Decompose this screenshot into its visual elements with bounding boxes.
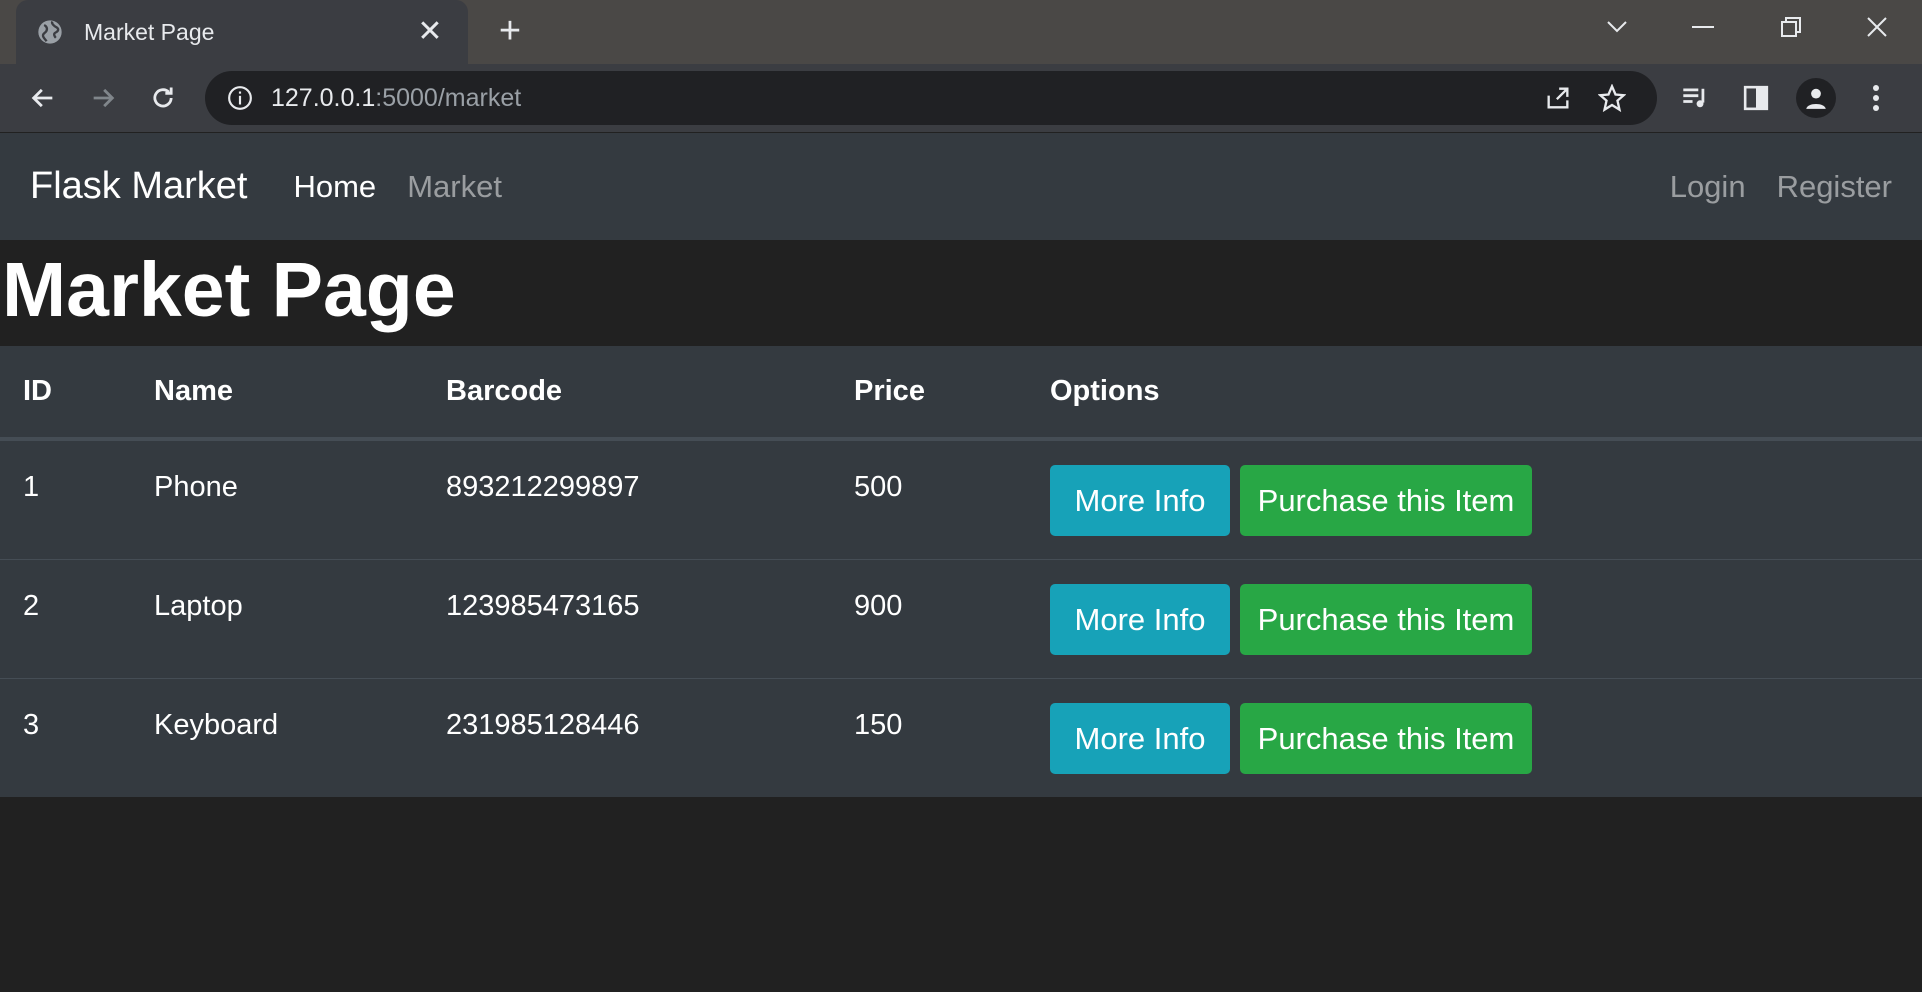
- minimize-icon[interactable]: [1668, 0, 1738, 54]
- close-tab-icon[interactable]: ✕: [412, 17, 448, 47]
- page-title: Market Page: [2, 247, 456, 333]
- more-info-button[interactable]: More Info: [1050, 465, 1230, 536]
- more-info-button[interactable]: More Info: [1050, 703, 1230, 774]
- header-barcode: Barcode: [446, 375, 563, 407]
- navbar-brand[interactable]: Flask Market: [30, 165, 247, 208]
- cell-id: 2: [23, 590, 40, 622]
- side-panel-icon[interactable]: [1726, 71, 1786, 125]
- cell-name: Laptop: [154, 590, 243, 622]
- new-tab-icon[interactable]: +: [490, 12, 530, 52]
- more-info-button[interactable]: More Info: [1050, 584, 1230, 655]
- cell-barcode: 893212299897: [446, 471, 640, 503]
- tab-title: Market Page: [84, 18, 215, 45]
- purchase-button[interactable]: Purchase this Item: [1240, 703, 1532, 774]
- profile-icon[interactable]: [1786, 71, 1846, 125]
- back-icon[interactable]: [16, 71, 70, 125]
- cell-options: More Info Purchase this Item: [1027, 560, 1922, 678]
- cell-name: Phone: [154, 471, 238, 503]
- nav-link-register[interactable]: Register: [1777, 169, 1892, 205]
- header-options: Options: [1050, 375, 1160, 407]
- header-name: Name: [154, 375, 233, 407]
- url-host: 127.0.0.1: [271, 83, 376, 112]
- table-header-row: ID Name Barcode Price Options: [0, 346, 1922, 440]
- cell-id: 3: [23, 709, 40, 741]
- menu-kebab-icon[interactable]: [1846, 71, 1906, 125]
- cell-price: 150: [854, 709, 903, 741]
- header-id: ID: [23, 375, 52, 407]
- browser-toolbar: 127.0.0.1:5000/market: [0, 64, 1922, 132]
- market-table: ID Name Barcode Price Options 1 Phone 89…: [0, 346, 1922, 797]
- table-row: 1 Phone 893212299897 500 More Info Purch…: [0, 440, 1922, 559]
- cell-id: 1: [23, 471, 40, 503]
- site-navbar: Flask Market Home Market Login Register: [0, 133, 1922, 240]
- cell-price: 500: [854, 471, 903, 503]
- url-text[interactable]: 127.0.0.1:5000/market: [271, 84, 1527, 113]
- tab-search-icon[interactable]: [1582, 0, 1652, 54]
- purchase-button[interactable]: Purchase this Item: [1240, 465, 1532, 536]
- purchase-button[interactable]: Purchase this Item: [1240, 584, 1532, 655]
- cell-barcode: 231985128446: [446, 709, 640, 741]
- close-window-icon[interactable]: [1842, 0, 1912, 54]
- restore-icon[interactable]: [1756, 0, 1826, 54]
- toolbar-right: [1666, 71, 1906, 125]
- browser-tab[interactable]: Market Page ✕: [16, 0, 468, 64]
- address-bar[interactable]: 127.0.0.1:5000/market: [205, 71, 1657, 125]
- share-icon[interactable]: [1535, 75, 1581, 121]
- cell-name: Keyboard: [154, 709, 279, 741]
- table-row: 2 Laptop 123985473165 900 More Info Purc…: [0, 559, 1922, 678]
- table-row: 3 Keyboard 231985128446 150 More Info Pu…: [0, 678, 1922, 797]
- cell-barcode: 123985473165: [446, 590, 640, 622]
- globe-icon: [38, 20, 62, 44]
- nav-link-home[interactable]: Home: [293, 169, 376, 205]
- url-path: :5000/market: [375, 83, 522, 112]
- reload-icon[interactable]: [136, 71, 190, 125]
- media-controls-icon[interactable]: [1666, 71, 1726, 125]
- cell-options: More Info Purchase this Item: [1027, 679, 1922, 797]
- browser-tabstrip: Market Page ✕ +: [0, 0, 1922, 64]
- nav-link-market[interactable]: Market: [407, 169, 502, 205]
- forward-icon[interactable]: [76, 71, 130, 125]
- info-icon[interactable]: [227, 85, 253, 111]
- bookmark-star-icon[interactable]: [1589, 75, 1635, 121]
- cell-price: 900: [854, 590, 903, 622]
- header-price: Price: [854, 375, 925, 407]
- nav-link-login[interactable]: Login: [1670, 169, 1746, 205]
- cell-options: More Info Purchase this Item: [1027, 441, 1922, 559]
